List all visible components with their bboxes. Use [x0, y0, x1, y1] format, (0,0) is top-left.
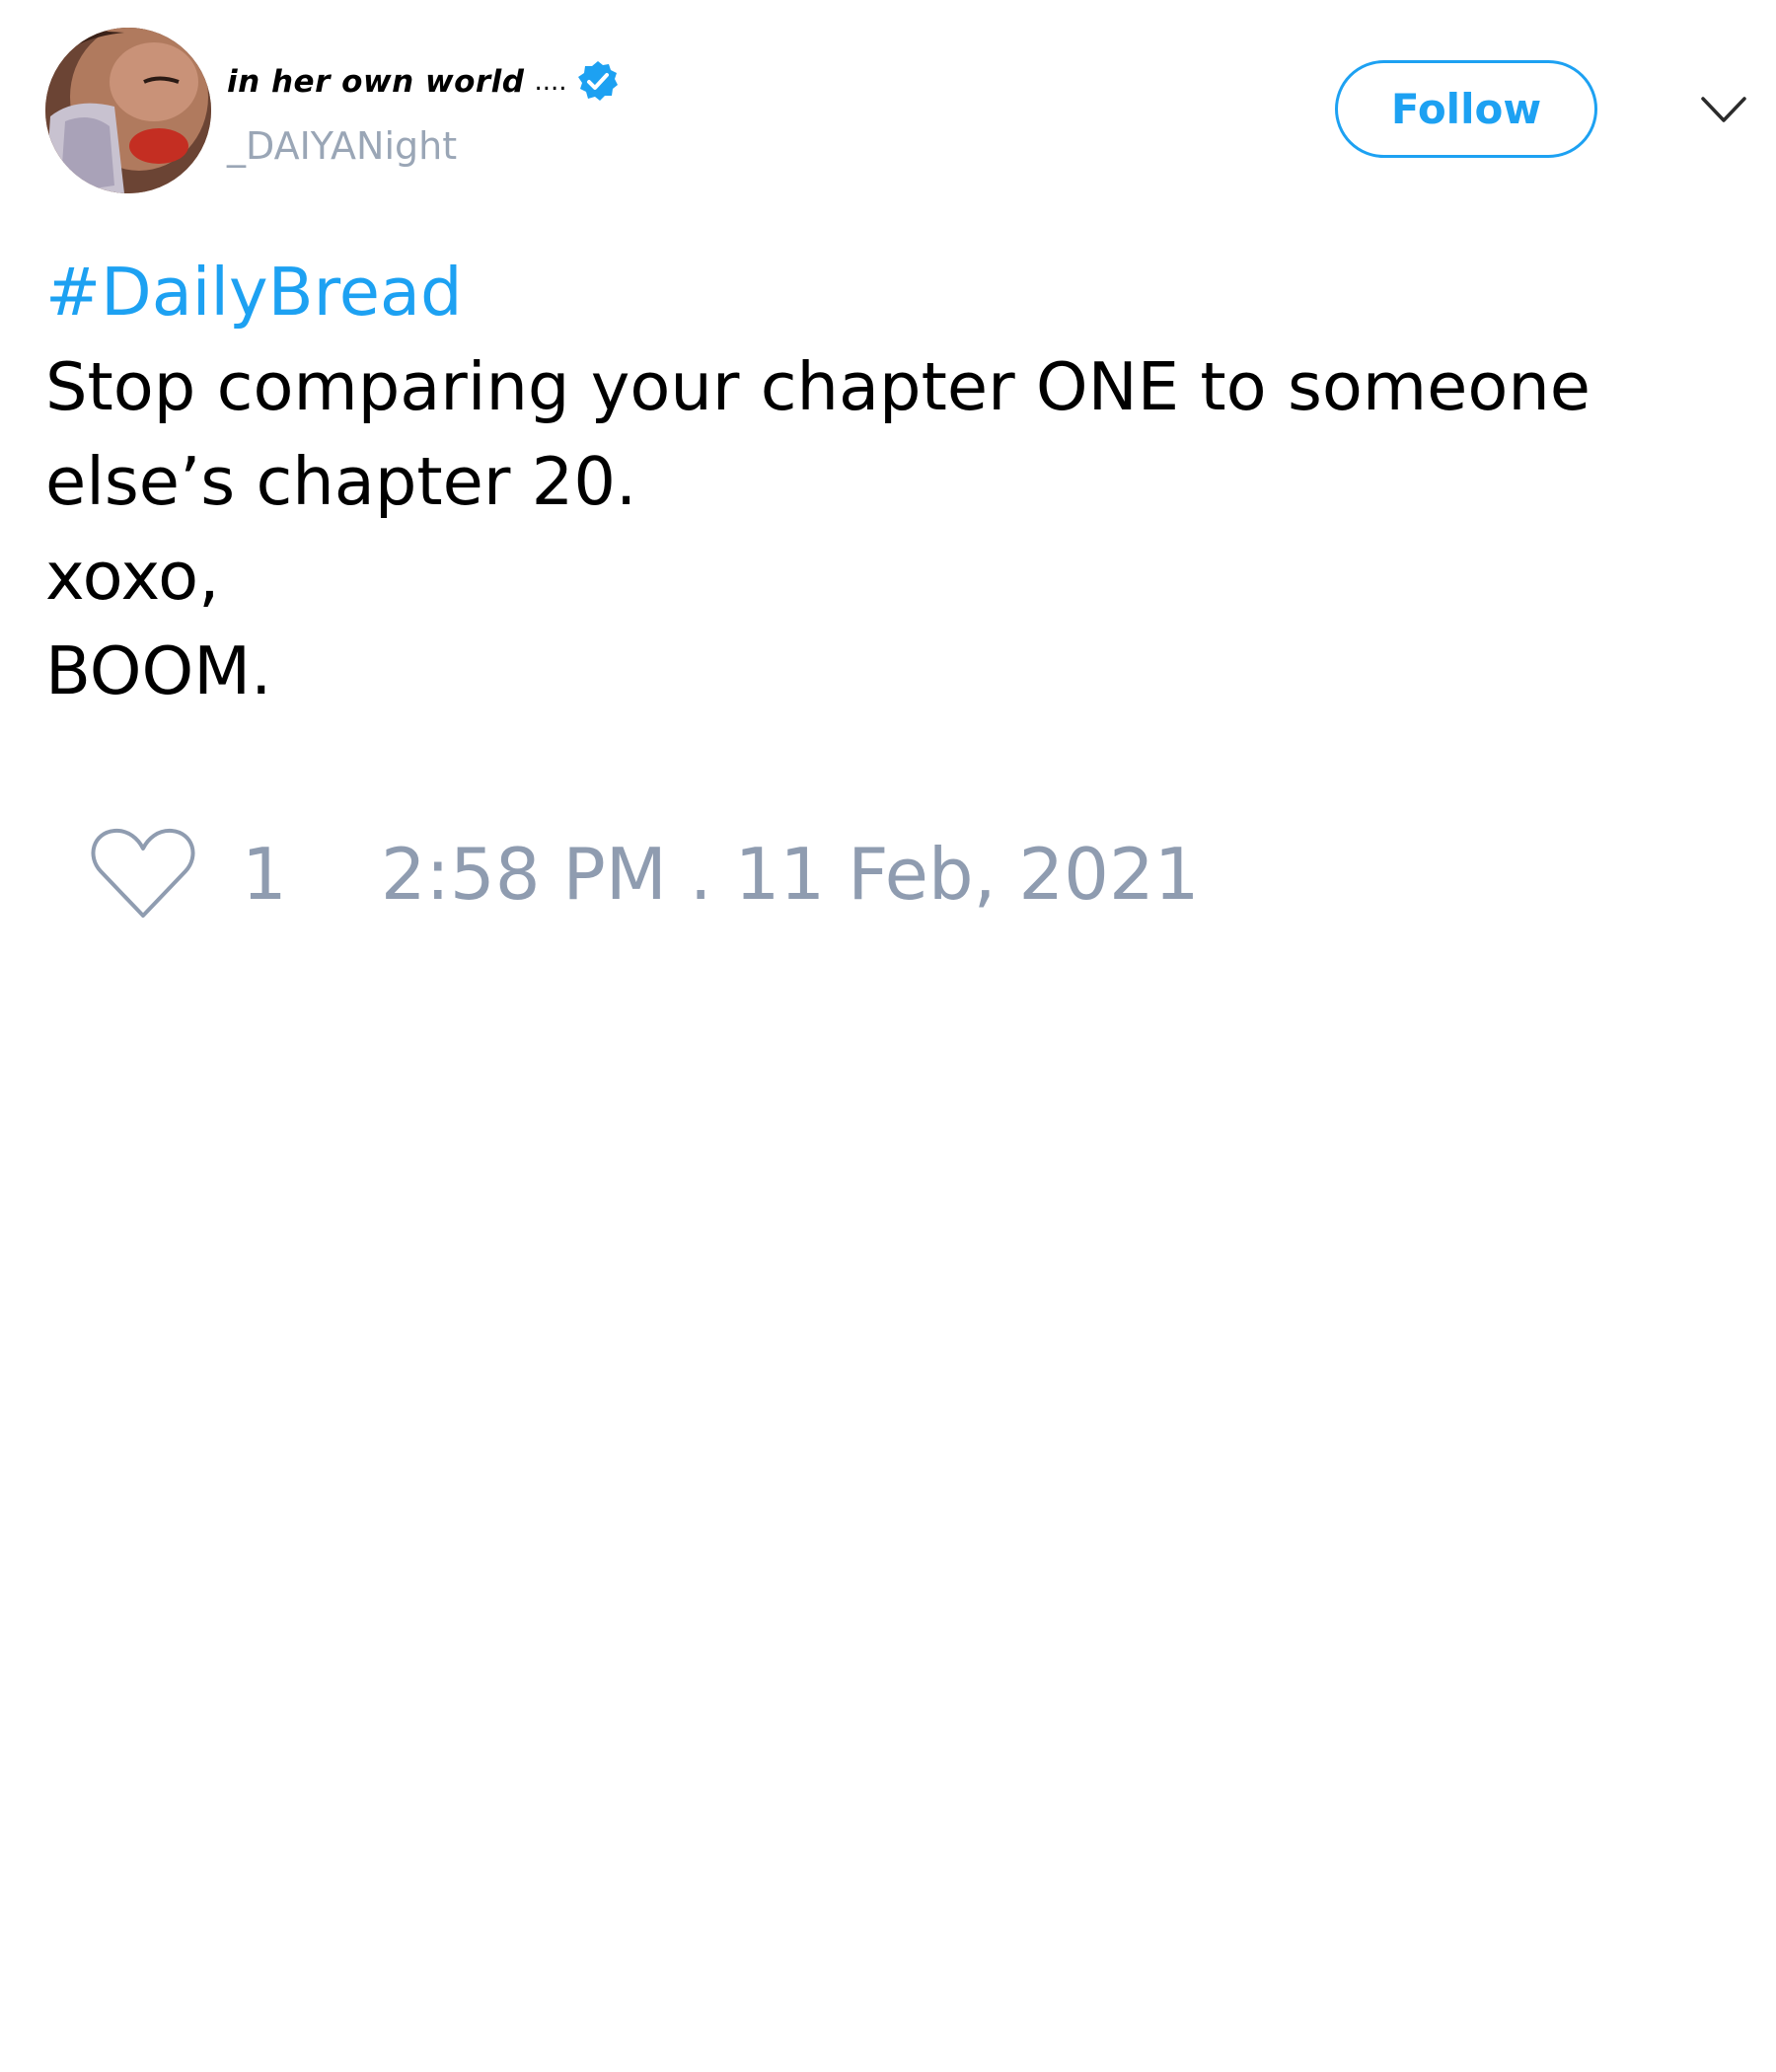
- hashtag-link[interactable]: #DailyBread: [45, 245, 1723, 339]
- display-name-row: in her own world ....: [227, 57, 621, 107]
- avatar[interactable]: [45, 28, 211, 193]
- display-name[interactable]: in her own world: [227, 64, 525, 100]
- tweet-line: xoxo,: [45, 538, 220, 615]
- timestamp[interactable]: 2:58 PM . 11 Feb, 2021: [381, 833, 1200, 916]
- user-handle[interactable]: _DAIYANight: [227, 124, 457, 168]
- verified-badge-icon: [575, 59, 621, 105]
- like-count: 1: [242, 833, 287, 916]
- tweet-text: #DailyBread Stop comparing your chapter …: [45, 245, 1723, 718]
- tweet-line: Stop comparing your chapter ONE to someo…: [45, 348, 1591, 425]
- tweet-card: in her own world .... _DAIYANight Follow…: [0, 0, 1776, 2072]
- chevron-down-icon[interactable]: [1699, 91, 1748, 130]
- display-name-suffix: ....: [534, 67, 567, 97]
- avatar-photo: [45, 28, 211, 193]
- tweet-line: BOOM.: [45, 632, 272, 709]
- heart-icon[interactable]: [89, 825, 197, 924]
- follow-button[interactable]: Follow: [1335, 60, 1597, 158]
- tweet-line: else’s chapter 20.: [45, 443, 637, 520]
- tweet-footer: 1 2:58 PM . 11 Feb, 2021: [89, 825, 1200, 924]
